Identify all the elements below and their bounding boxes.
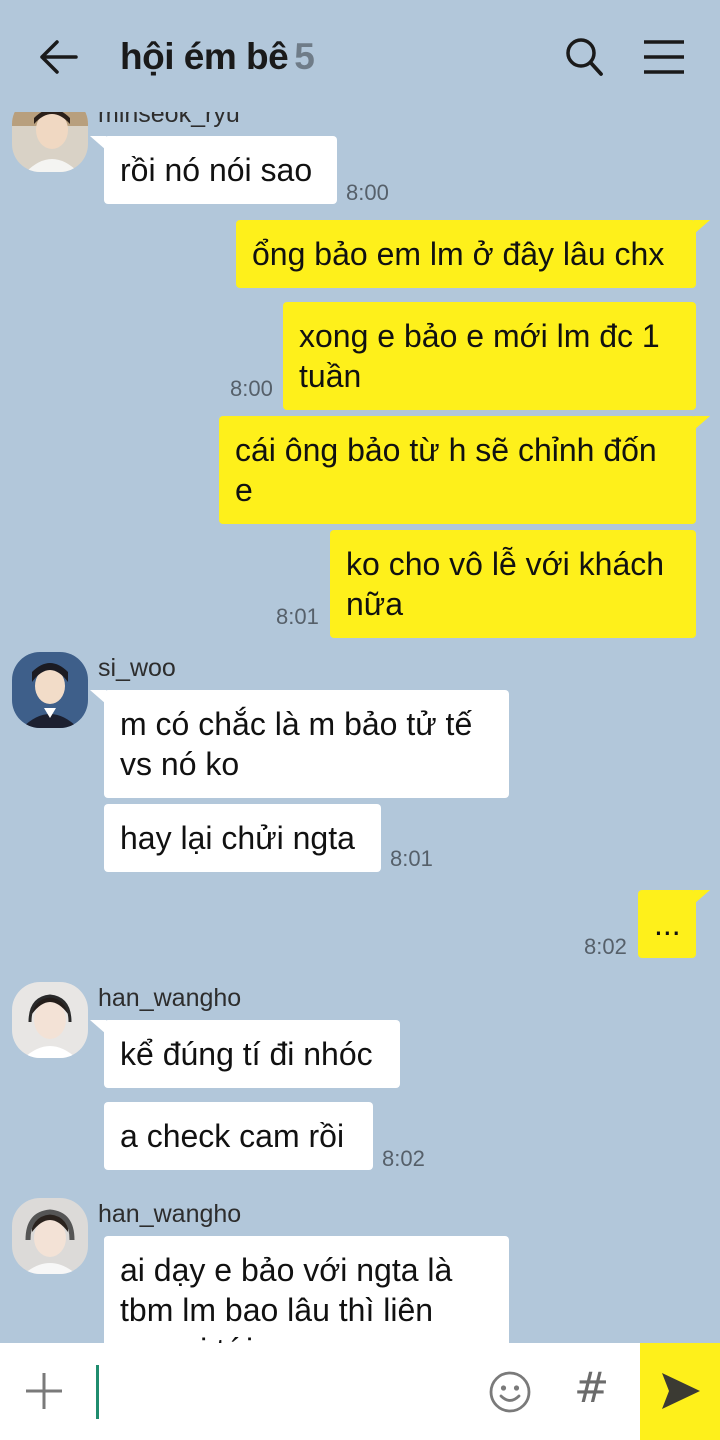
message-input-bar: # [0,1343,720,1440]
message-text: rồi nó nói sao [120,152,313,188]
message-bubble[interactable]: ... [638,890,710,958]
message-bubble[interactable]: hay lại chửi ngta [104,804,381,872]
avatar-si-woo[interactable] [12,652,88,728]
message-time: 8:00 [346,180,389,205]
message-bubble[interactable]: kể đúng tí đi nhóc [90,1020,400,1088]
message-text: hay lại chửi ngta [120,820,355,856]
message-text: ... [654,906,681,942]
chat-header: hội ém bê 5 [0,0,720,112]
message-text: kể đúng tí đi nhóc [120,1036,373,1072]
message-bubble[interactable]: m có chắc là m bảo tử tế vs nó ko [90,690,509,798]
emoji-icon[interactable] [488,1370,532,1414]
message-time: 8:01 [390,846,433,871]
avatar-han-wangho[interactable] [12,1198,88,1274]
chat-name: hội ém bê [120,36,289,77]
send-button[interactable] [640,1343,720,1440]
message-time: 8:01 [276,604,319,629]
back-arrow-icon[interactable] [38,36,80,78]
message-input[interactable] [96,1365,99,1419]
message-text: xong e bảo e mới lm đc 1 tuần [299,318,660,394]
message-bubble[interactable]: ko cho vô lễ với khách nữa [330,530,696,638]
message-bubble[interactable]: ai dạy e bảo với ngta là tbm lm bao lâu … [104,1236,509,1343]
message-bubble[interactable]: ổng bảo em lm ở đây lâu chx [236,220,710,288]
hash-icon[interactable]: # [574,1363,609,1412]
message-text: cái ông bảo từ h sẽ chỉnh đốn e [235,432,657,508]
message-time: 8:00 [230,376,273,401]
menu-icon[interactable] [642,38,686,76]
message-bubble[interactable]: a check cam rồi [104,1102,373,1170]
chat-area[interactable]: minseok_ryu rồi nó nói sao 8:00 ổng bảo … [0,0,720,1343]
message-text: a check cam rồi [120,1118,345,1154]
sender-name: han_wangho [98,984,242,1012]
sender-name: si_woo [98,654,176,682]
sender-name: han_wangho [98,1200,242,1228]
message-text: ko cho vô lễ với khách nữa [346,546,665,622]
message-text: ai dạy e bảo với ngta là tbm lm bao lâu … [120,1252,453,1343]
plus-icon[interactable] [24,1371,64,1411]
member-count: 5 [294,36,315,77]
message-bubble[interactable]: rồi nó nói sao [90,136,337,204]
message-text: ổng bảo em lm ở đây lâu chx [252,236,665,272]
send-icon [662,1373,700,1409]
search-icon[interactable] [564,36,604,78]
message-bubble[interactable]: cái ông bảo từ h sẽ chỉnh đốn e [219,416,710,524]
message-time: 8:02 [584,934,627,959]
message-bubble[interactable]: xong e bảo e mới lm đc 1 tuần [283,302,696,410]
message-time: 8:02 [382,1146,425,1171]
chat-title: hội ém bê 5 [120,36,315,78]
avatar-han-wangho[interactable] [12,982,88,1058]
message-text: m có chắc là m bảo tử tế vs nó ko [120,706,473,782]
